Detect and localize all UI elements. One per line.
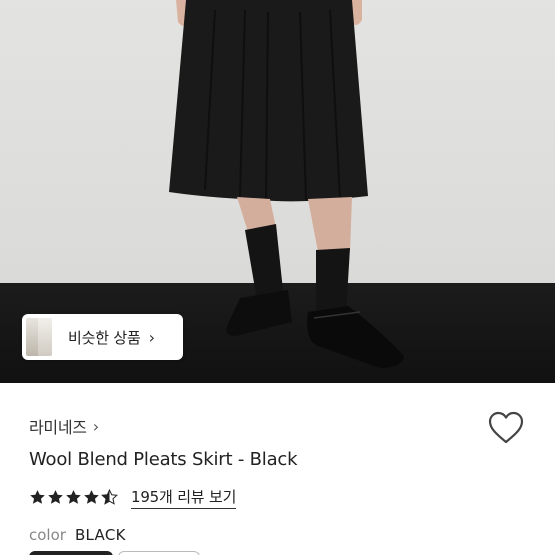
half-star-icon <box>101 489 118 505</box>
chevron-right-icon: › <box>148 327 155 347</box>
star-icon <box>66 490 81 504</box>
chevron-right-icon: › <box>92 416 100 436</box>
product-info: 라미네즈 › Wool Blend Pleats Skirt - Black 1… <box>0 383 555 555</box>
rating-row: 195개 리뷰 보기 <box>29 486 236 509</box>
color-row: color BLACK <box>29 526 126 544</box>
option-chip[interactable] <box>118 551 200 555</box>
brand-link[interactable]: 라미네즈 › <box>29 414 99 438</box>
similar-products-button[interactable]: 비슷한 상품 › <box>22 314 183 360</box>
review-link[interactable]: 195개 리뷰 보기 <box>131 486 236 509</box>
product-photo[interactable]: 비슷한 상품 › <box>0 0 555 383</box>
similar-products-thumbnails <box>22 314 56 360</box>
star-icon <box>84 490 99 504</box>
similar-products-label: 비슷한 상품 <box>68 328 141 347</box>
product-title: Wool Blend Pleats Skirt - Black <box>29 449 298 470</box>
color-label: color <box>29 526 66 544</box>
star-rating <box>29 489 119 506</box>
star-icon <box>48 490 63 504</box>
option-chip[interactable] <box>29 551 113 555</box>
star-icon <box>30 490 45 504</box>
brand-name: 라미네즈 <box>29 418 87 437</box>
wishlist-heart-icon[interactable] <box>487 411 525 445</box>
color-value: BLACK <box>74 526 126 544</box>
